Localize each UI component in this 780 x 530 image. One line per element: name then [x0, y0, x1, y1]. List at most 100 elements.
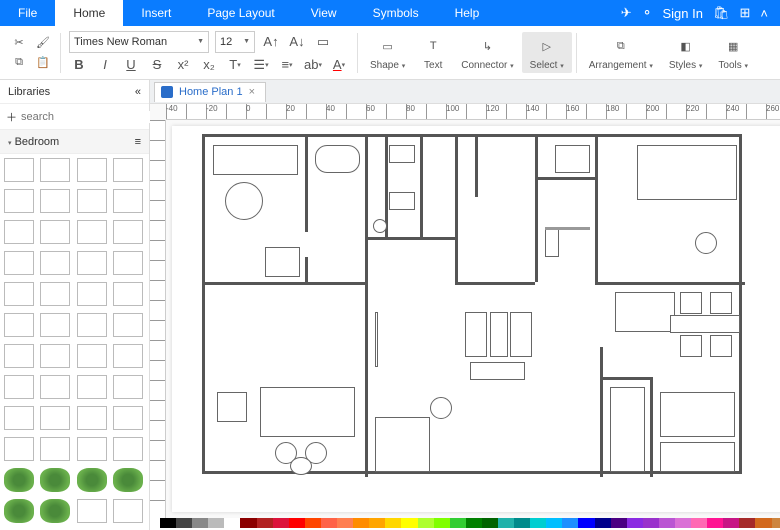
color-swatch[interactable] — [240, 518, 256, 528]
color-swatch[interactable] — [466, 518, 482, 528]
shape-item[interactable] — [40, 282, 70, 306]
color-swatch[interactable] — [257, 518, 273, 528]
search-input[interactable] — [21, 111, 163, 123]
collapse-sidebar-icon[interactable]: « — [135, 86, 141, 98]
color-swatch[interactable] — [450, 518, 466, 528]
drawing-canvas[interactable] — [172, 126, 780, 512]
increase-font-icon[interactable]: A↑ — [261, 32, 281, 52]
color-swatch[interactable] — [434, 518, 450, 528]
color-swatch[interactable] — [192, 518, 208, 528]
menu-home[interactable]: Home — [55, 0, 123, 26]
color-swatch[interactable] — [578, 518, 594, 528]
connector-tool[interactable]: ↳ Connector ▾ — [453, 32, 521, 73]
shape-plant[interactable] — [40, 499, 70, 523]
color-swatch[interactable] — [273, 518, 289, 528]
document-tab[interactable]: Home Plan 1 × — [154, 82, 266, 102]
cart-icon[interactable]: 🛍 — [713, 5, 730, 21]
shape-item[interactable] — [4, 189, 34, 213]
subscript-button[interactable]: x₂ — [199, 55, 219, 75]
shape-item[interactable] — [77, 282, 107, 306]
shape-item[interactable] — [113, 220, 143, 244]
tools-tool[interactable]: ▦ Tools ▾ — [710, 32, 756, 73]
cut-icon[interactable]: ✂ — [10, 34, 28, 52]
highlight-icon[interactable]: ▭ — [313, 32, 333, 52]
styles-tool[interactable]: ◧ Styles ▾ — [661, 32, 711, 73]
shape-item[interactable] — [4, 406, 34, 430]
color-swatch[interactable] — [305, 518, 321, 528]
shape-item[interactable] — [77, 189, 107, 213]
strikethrough-button[interactable]: S — [147, 55, 167, 75]
shape-item[interactable] — [40, 158, 70, 182]
menu-symbols[interactable]: Symbols — [355, 0, 437, 26]
select-tool[interactable]: ▷ Select ▾ — [522, 32, 572, 73]
color-swatch[interactable] — [691, 518, 707, 528]
shape-item[interactable] — [77, 499, 107, 523]
shape-item[interactable] — [113, 499, 143, 523]
shape-item[interactable] — [40, 220, 70, 244]
color-swatch[interactable] — [498, 518, 514, 528]
shape-item[interactable] — [4, 313, 34, 337]
shape-item[interactable] — [40, 251, 70, 275]
menu-help[interactable]: Help — [437, 0, 498, 26]
menu-file[interactable]: File — [0, 0, 55, 26]
color-swatch[interactable] — [723, 518, 739, 528]
shape-item[interactable] — [113, 189, 143, 213]
menu-view[interactable]: View — [293, 0, 355, 26]
menu-insert[interactable]: Insert — [123, 0, 189, 26]
shape-item[interactable] — [4, 344, 34, 368]
color-swatch[interactable] — [627, 518, 643, 528]
shape-item[interactable] — [4, 251, 34, 275]
shape-item[interactable] — [77, 375, 107, 399]
text-case-button[interactable]: T▾ — [225, 55, 245, 75]
shape-tool[interactable]: ▭ Shape ▾ — [362, 32, 413, 73]
close-tab-icon[interactable]: × — [249, 86, 255, 98]
shape-plant[interactable] — [4, 499, 34, 523]
color-swatch[interactable] — [369, 518, 385, 528]
decrease-font-icon[interactable]: A↓ — [287, 32, 307, 52]
color-swatch[interactable] — [176, 518, 192, 528]
shape-plant[interactable] — [4, 468, 34, 492]
bullets-button[interactable]: ☰▾ — [251, 55, 271, 75]
underline-button[interactable]: U — [121, 55, 141, 75]
bold-button[interactable]: B — [69, 55, 89, 75]
shape-item[interactable] — [40, 313, 70, 337]
category-bedroom[interactable]: ▾ Bedroom ≡ — [0, 130, 149, 154]
char-spacing-button[interactable]: ab▾ — [303, 55, 323, 75]
shape-plant[interactable] — [113, 468, 143, 492]
signin-link[interactable]: Sign In — [663, 6, 703, 21]
color-swatch[interactable] — [611, 518, 627, 528]
chevron-up-icon[interactable]: ˄ — [760, 6, 768, 21]
color-swatch[interactable] — [321, 518, 337, 528]
shape-plant[interactable] — [77, 468, 107, 492]
apps-icon[interactable]: ⊞ — [740, 5, 751, 21]
color-swatch[interactable] — [514, 518, 530, 528]
color-swatch[interactable] — [337, 518, 353, 528]
shape-item[interactable] — [113, 282, 143, 306]
shape-item[interactable] — [40, 437, 70, 461]
shape-item[interactable] — [40, 344, 70, 368]
color-swatch[interactable] — [160, 518, 176, 528]
font-size-select[interactable]: 12▼ — [215, 31, 255, 53]
color-swatch[interactable] — [530, 518, 546, 528]
shape-item[interactable] — [113, 406, 143, 430]
color-swatch[interactable] — [385, 518, 401, 528]
shape-item[interactable] — [4, 282, 34, 306]
share-icon[interactable]: ⚬ — [642, 5, 653, 21]
line-spacing-button[interactable]: ≡▾ — [277, 55, 297, 75]
color-swatch[interactable] — [224, 518, 240, 528]
font-select[interactable]: Times New Roman▼ — [69, 31, 209, 53]
shape-item[interactable] — [4, 375, 34, 399]
menu-page-layout[interactable]: Page Layout — [189, 0, 292, 26]
color-swatch[interactable] — [595, 518, 611, 528]
shape-item[interactable] — [4, 220, 34, 244]
color-swatch[interactable] — [482, 518, 498, 528]
arrangement-tool[interactable]: ⧉ Arrangement ▾ — [581, 32, 661, 73]
color-swatch[interactable] — [643, 518, 659, 528]
shape-item[interactable] — [113, 313, 143, 337]
shape-item[interactable] — [77, 344, 107, 368]
color-swatch[interactable] — [289, 518, 305, 528]
floorplan[interactable] — [202, 134, 742, 474]
shape-item[interactable] — [113, 375, 143, 399]
color-swatch[interactable] — [562, 518, 578, 528]
send-icon[interactable]: ✈ — [621, 5, 632, 21]
